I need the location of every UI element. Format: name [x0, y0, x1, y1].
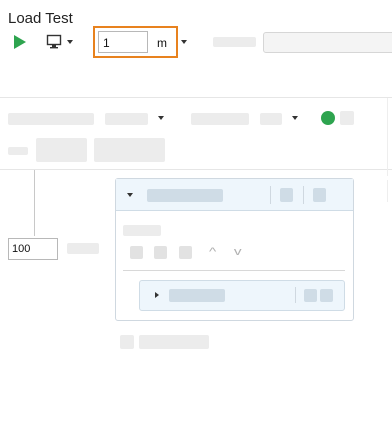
expand-chevron-icon[interactable] — [155, 292, 159, 298]
duration-input[interactable]: 1 — [98, 31, 148, 53]
canvas-divider — [0, 169, 392, 170]
panel-divider — [0, 97, 392, 98]
panel-filter-placeholder — [8, 113, 94, 125]
card-tool-2[interactable] — [154, 246, 167, 259]
header-separator — [303, 186, 304, 204]
play-icon — [14, 35, 26, 49]
right-edge-line — [387, 98, 388, 176]
panel-select-placeholder[interactable] — [105, 113, 148, 125]
header-separator — [270, 186, 271, 204]
users-label-placeholder — [67, 243, 99, 254]
chevron-down-icon[interactable] — [158, 116, 164, 120]
status-label-placeholder — [340, 111, 354, 125]
panel-select2-placeholder[interactable] — [260, 113, 282, 125]
card-label-placeholder — [123, 225, 161, 236]
toolbar-text-field[interactable] — [263, 32, 392, 53]
connector-line — [34, 170, 35, 236]
panel-small-placeholder — [8, 147, 28, 155]
run-button[interactable] — [11, 34, 27, 50]
chevron-down-icon[interactable] — [292, 116, 298, 120]
toolbar-label-placeholder — [213, 37, 256, 47]
nested-title-placeholder — [169, 289, 225, 302]
collapse-chevron-icon[interactable] — [127, 193, 133, 197]
header-action-1[interactable] — [280, 188, 293, 202]
panel-button-2[interactable] — [94, 138, 165, 162]
duration-value: 1 — [103, 36, 110, 50]
chevron-down-icon — [67, 40, 73, 44]
step-title-placeholder — [147, 189, 223, 202]
nested-action-1[interactable] — [304, 289, 317, 302]
chevron-up-icon[interactable]: ^ — [209, 247, 216, 258]
card-tool-1[interactable] — [130, 246, 143, 259]
nested-action-2[interactable] — [320, 289, 333, 302]
duration-unit-label: m — [157, 36, 167, 50]
status-dot-icon — [321, 111, 335, 125]
chevron-down-icon[interactable]: v — [234, 247, 242, 258]
card-tool-3[interactable] — [179, 246, 192, 259]
card-body-divider — [123, 270, 345, 271]
users-value: 100 — [12, 243, 31, 255]
header-action-2[interactable] — [313, 188, 326, 202]
page-title: Load Test — [8, 10, 73, 27]
users-input[interactable]: 100 — [8, 238, 58, 260]
add-step-label-placeholder[interactable] — [139, 335, 209, 349]
nested-separator — [295, 287, 296, 303]
duration-dropdown-caret[interactable] — [181, 40, 187, 44]
monitor-icon — [46, 34, 62, 49]
add-step-icon[interactable] — [120, 335, 134, 349]
right-edge-line-2 — [387, 180, 388, 202]
machine-dropdown[interactable] — [44, 33, 76, 51]
panel-label-placeholder — [191, 113, 249, 125]
panel-button-1[interactable] — [36, 138, 87, 162]
